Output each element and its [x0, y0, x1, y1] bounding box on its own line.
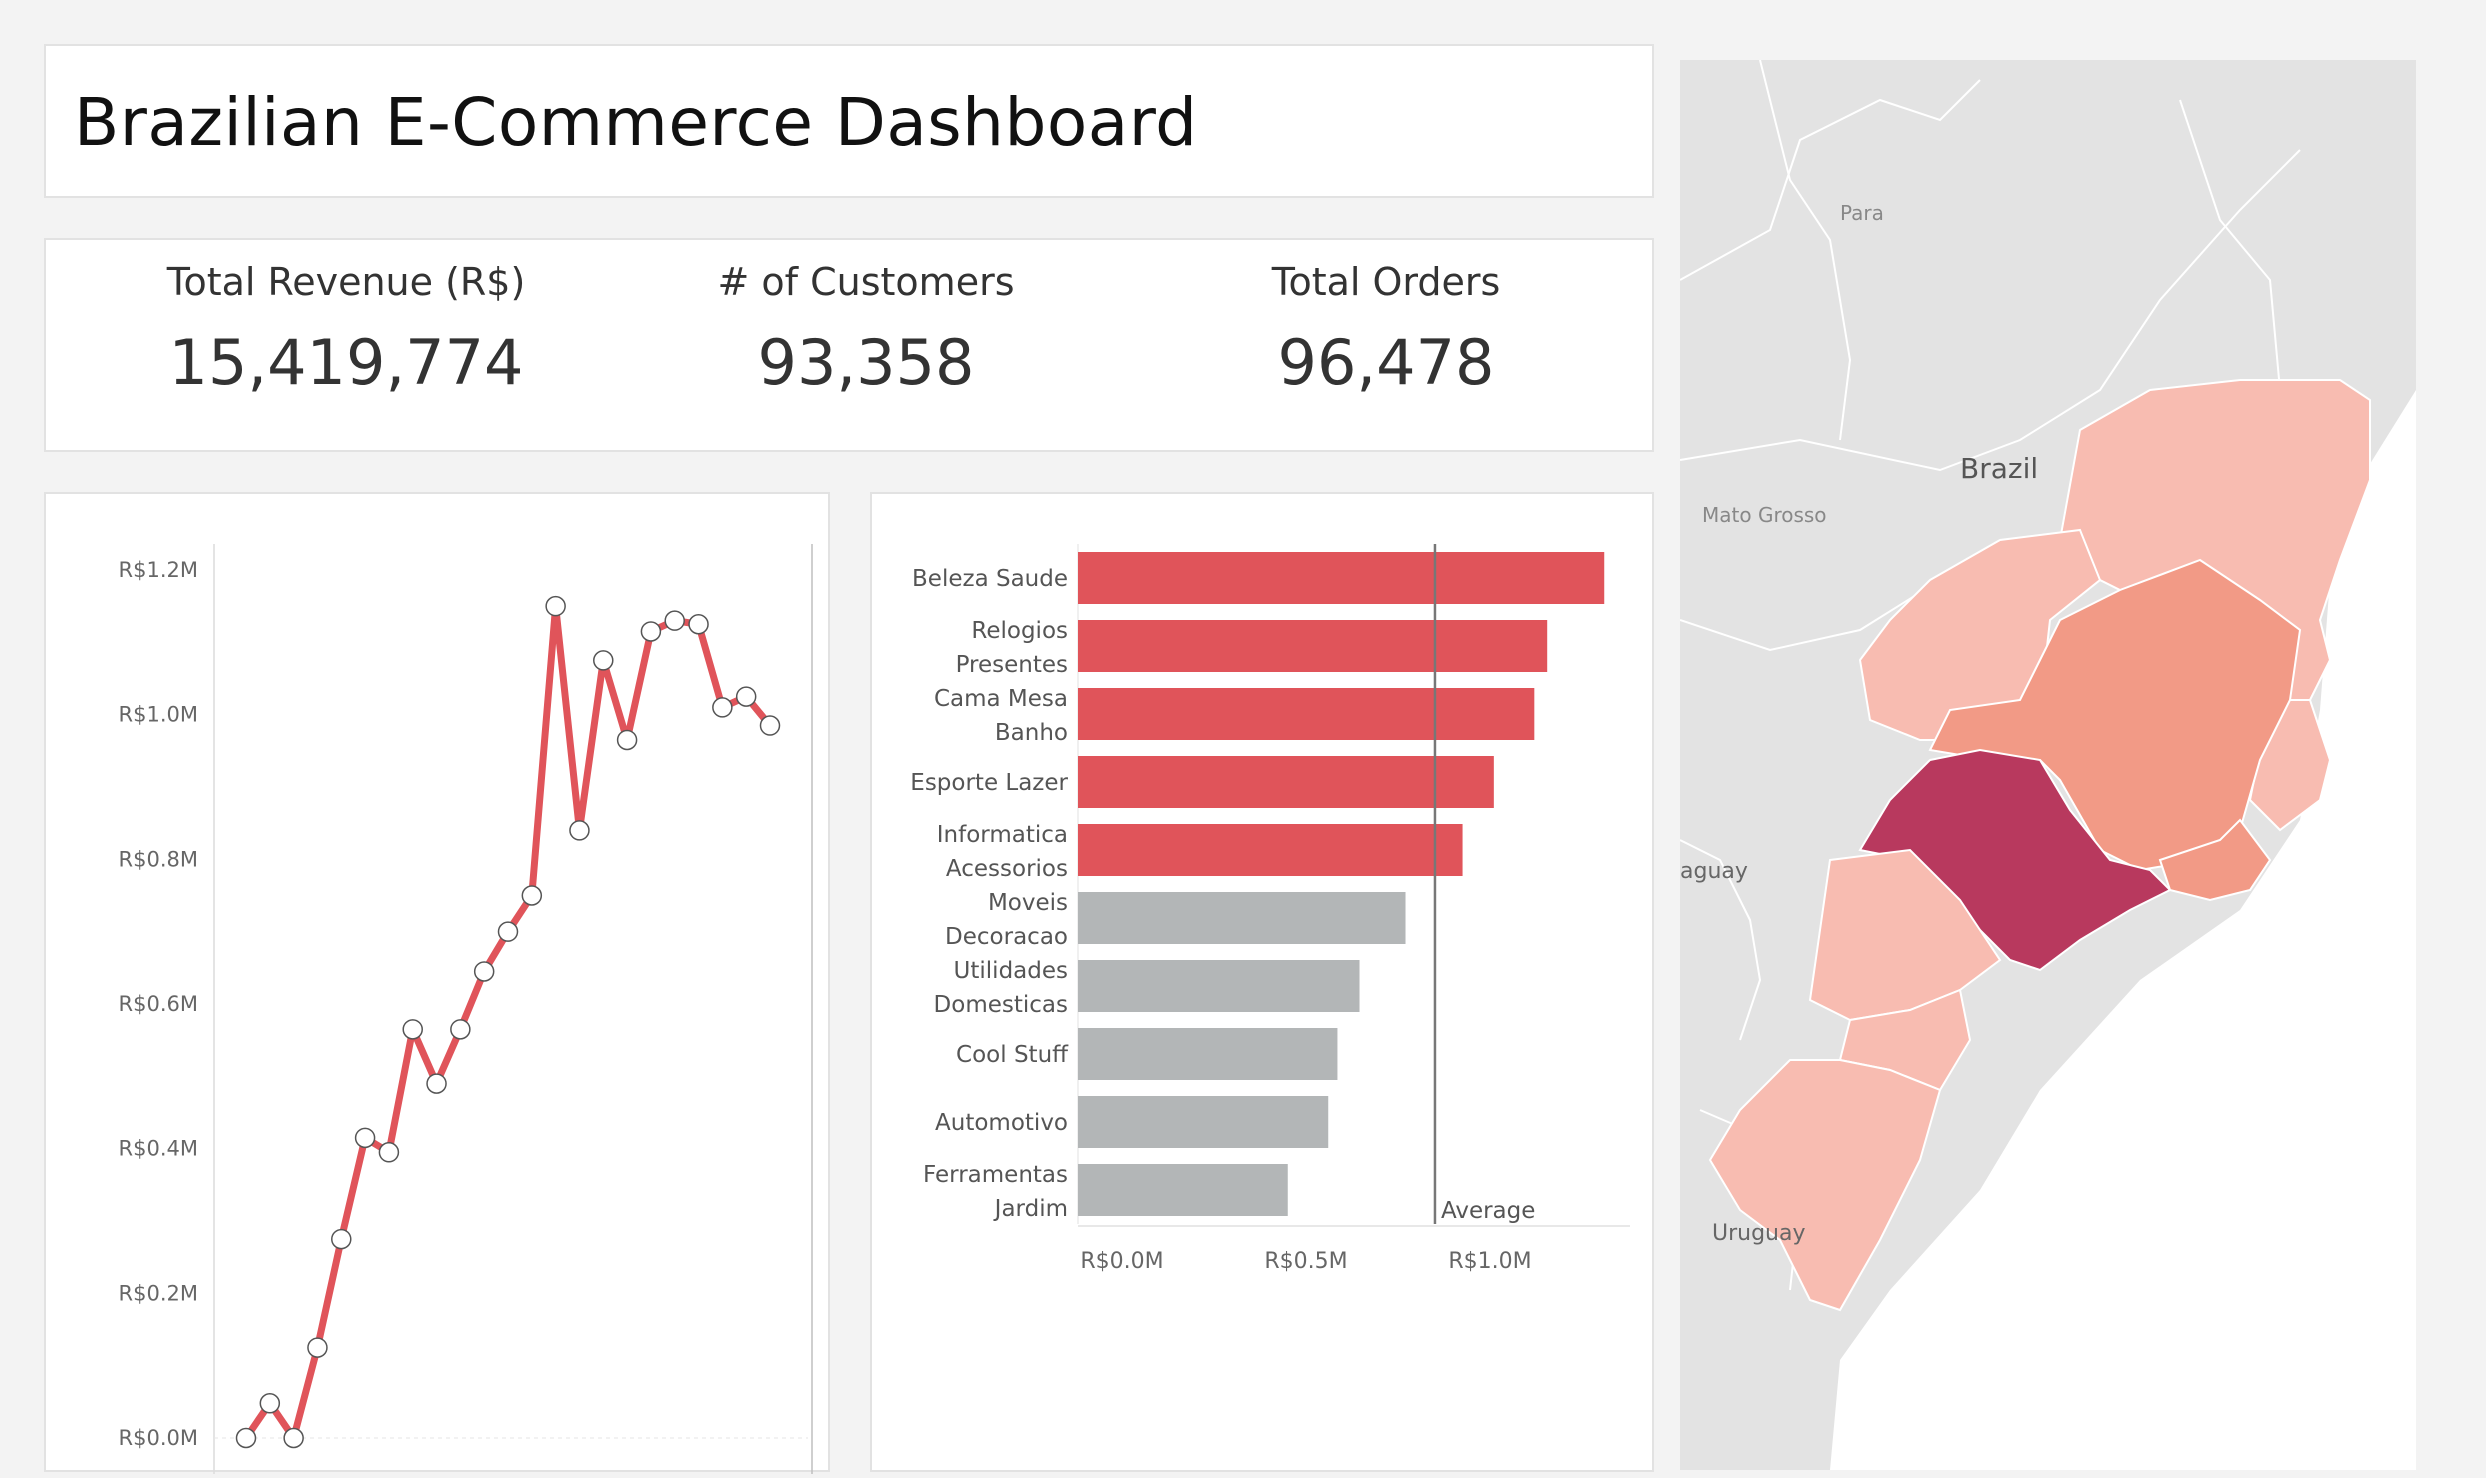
kpi-customers-label: # of Customers: [717, 260, 1015, 304]
revenue-line-chart-panel: R$0.0M R$0.2M R$0.4M R$0.6M R$0.8M R$1.0M R$1.…: [44, 492, 832, 1474]
data-point: [450, 1019, 471, 1040]
y-tick-label: R$0.8M: [119, 847, 198, 871]
data-point: [354, 1127, 376, 1149]
category-label: Presentes: [956, 652, 1068, 678]
y-tick-label: R$0.0M: [119, 1426, 198, 1450]
y-tick-label: R$0.2M: [119, 1281, 198, 1305]
dashboard-title: Brazilian E-Commerce Dashboard: [74, 84, 1198, 161]
category-label: Jardim: [993, 1196, 1068, 1222]
bar: [1078, 688, 1535, 740]
data-point: [735, 686, 757, 707]
kpi-orders-label: Total Orders: [1271, 260, 1501, 304]
bar: [1078, 1164, 1288, 1216]
map-label-paraguay: aguay: [1680, 859, 1748, 884]
category-label: Decoracao: [945, 924, 1068, 950]
category-label: Automotivo: [935, 1110, 1068, 1136]
category-label: Banho: [995, 720, 1068, 746]
data-point: [545, 595, 566, 617]
data-point: [640, 621, 662, 642]
kpi-panel: Total Revenue (R$) 15,419,774 # of Custo…: [44, 238, 1654, 452]
bar: [1078, 960, 1360, 1012]
category-label: Utilidades: [954, 958, 1068, 984]
kpi-customers: # of Customers 93,358: [616, 260, 1116, 399]
kpi-orders-value: 96,478: [1277, 326, 1495, 399]
y-tick-label: R$1.2M: [119, 558, 198, 582]
category-bar-chart-panel: Beleza Saude Relogios Presentes Cama Mesa Ba…: [870, 492, 1654, 1472]
kpi-customers-value: 93,358: [757, 326, 975, 399]
map-label-mato-grosso: Mato Grosso: [1702, 503, 1827, 527]
bar: [1078, 1028, 1338, 1080]
data-point: [307, 1337, 328, 1358]
data-point: [259, 1393, 281, 1414]
category-label: Informatica: [937, 822, 1068, 848]
data-point: [593, 650, 614, 671]
x-tick-label: R$1.0M: [1448, 1249, 1531, 1274]
map-label-para: Para: [1840, 201, 1884, 225]
bar: [1078, 824, 1463, 876]
data-point: [402, 1019, 423, 1040]
bar: [1078, 620, 1548, 672]
category-label: Moveis: [988, 890, 1068, 916]
revenue-line-chart[interactable]: R$0.0M R$0.2M R$0.4M R$0.6M R$0.8M R$1.0M R$1.…: [46, 494, 832, 1474]
bar: [1078, 756, 1494, 808]
title-panel: Brazilian E-Commerce Dashboard: [44, 44, 1654, 198]
data-point: [331, 1228, 352, 1250]
category-bar-chart[interactable]: Beleza Saude Relogios Presentes Cama Mesa Ba…: [872, 494, 1656, 1474]
data-point: [473, 961, 495, 982]
revenue-series-line: [243, 602, 773, 1442]
data-point: [426, 1073, 447, 1094]
brazil-state-map[interactable]: Para Brazil Mato Grosso aguay Uruguay: [1680, 60, 2416, 1470]
bar: [1078, 552, 1605, 604]
data-point: [378, 1142, 400, 1163]
bar: [1078, 1096, 1329, 1148]
data-point: [497, 921, 519, 942]
category-label: Domesticas: [934, 992, 1068, 1018]
kpi-orders: Total Orders 96,478: [1136, 260, 1636, 399]
category-label: Cama Mesa: [934, 686, 1068, 712]
kpi-revenue-value: 15,419,774: [168, 326, 524, 399]
category-label: Beleza Saude: [912, 566, 1068, 592]
data-point: [283, 1427, 304, 1449]
map-label-uruguay: Uruguay: [1712, 1221, 1806, 1246]
category-label: Ferramentas: [923, 1162, 1068, 1188]
category-label: Esporte Lazer: [910, 770, 1068, 796]
y-tick-label: R$0.6M: [119, 992, 198, 1016]
average-label: Average: [1441, 1198, 1535, 1224]
category-label: Acessorios: [946, 856, 1068, 882]
x-tick-label: R$0.0M: [1080, 1249, 1163, 1274]
data-point: [569, 820, 590, 841]
data-point: [759, 715, 781, 736]
data-point: [664, 610, 685, 631]
data-point: [235, 1427, 257, 1449]
kpi-revenue: Total Revenue (R$) 15,419,774: [96, 260, 596, 399]
data-point: [688, 614, 709, 635]
category-label: Relogios: [971, 618, 1068, 644]
data-point: [616, 729, 638, 751]
brazil-map-panel[interactable]: Para Brazil Mato Grosso aguay Uruguay: [1680, 60, 2416, 1470]
bar: [1078, 892, 1406, 944]
data-point: [521, 885, 543, 906]
x-tick-label: R$0.5M: [1264, 1249, 1347, 1274]
data-point: [712, 697, 733, 718]
y-tick-label: R$1.0M: [119, 703, 198, 727]
category-label: Cool Stuff: [956, 1042, 1069, 1068]
map-label-brazil: Brazil: [1960, 452, 2038, 485]
kpi-revenue-label: Total Revenue (R$): [166, 260, 526, 304]
y-tick-label: R$0.4M: [119, 1137, 198, 1161]
